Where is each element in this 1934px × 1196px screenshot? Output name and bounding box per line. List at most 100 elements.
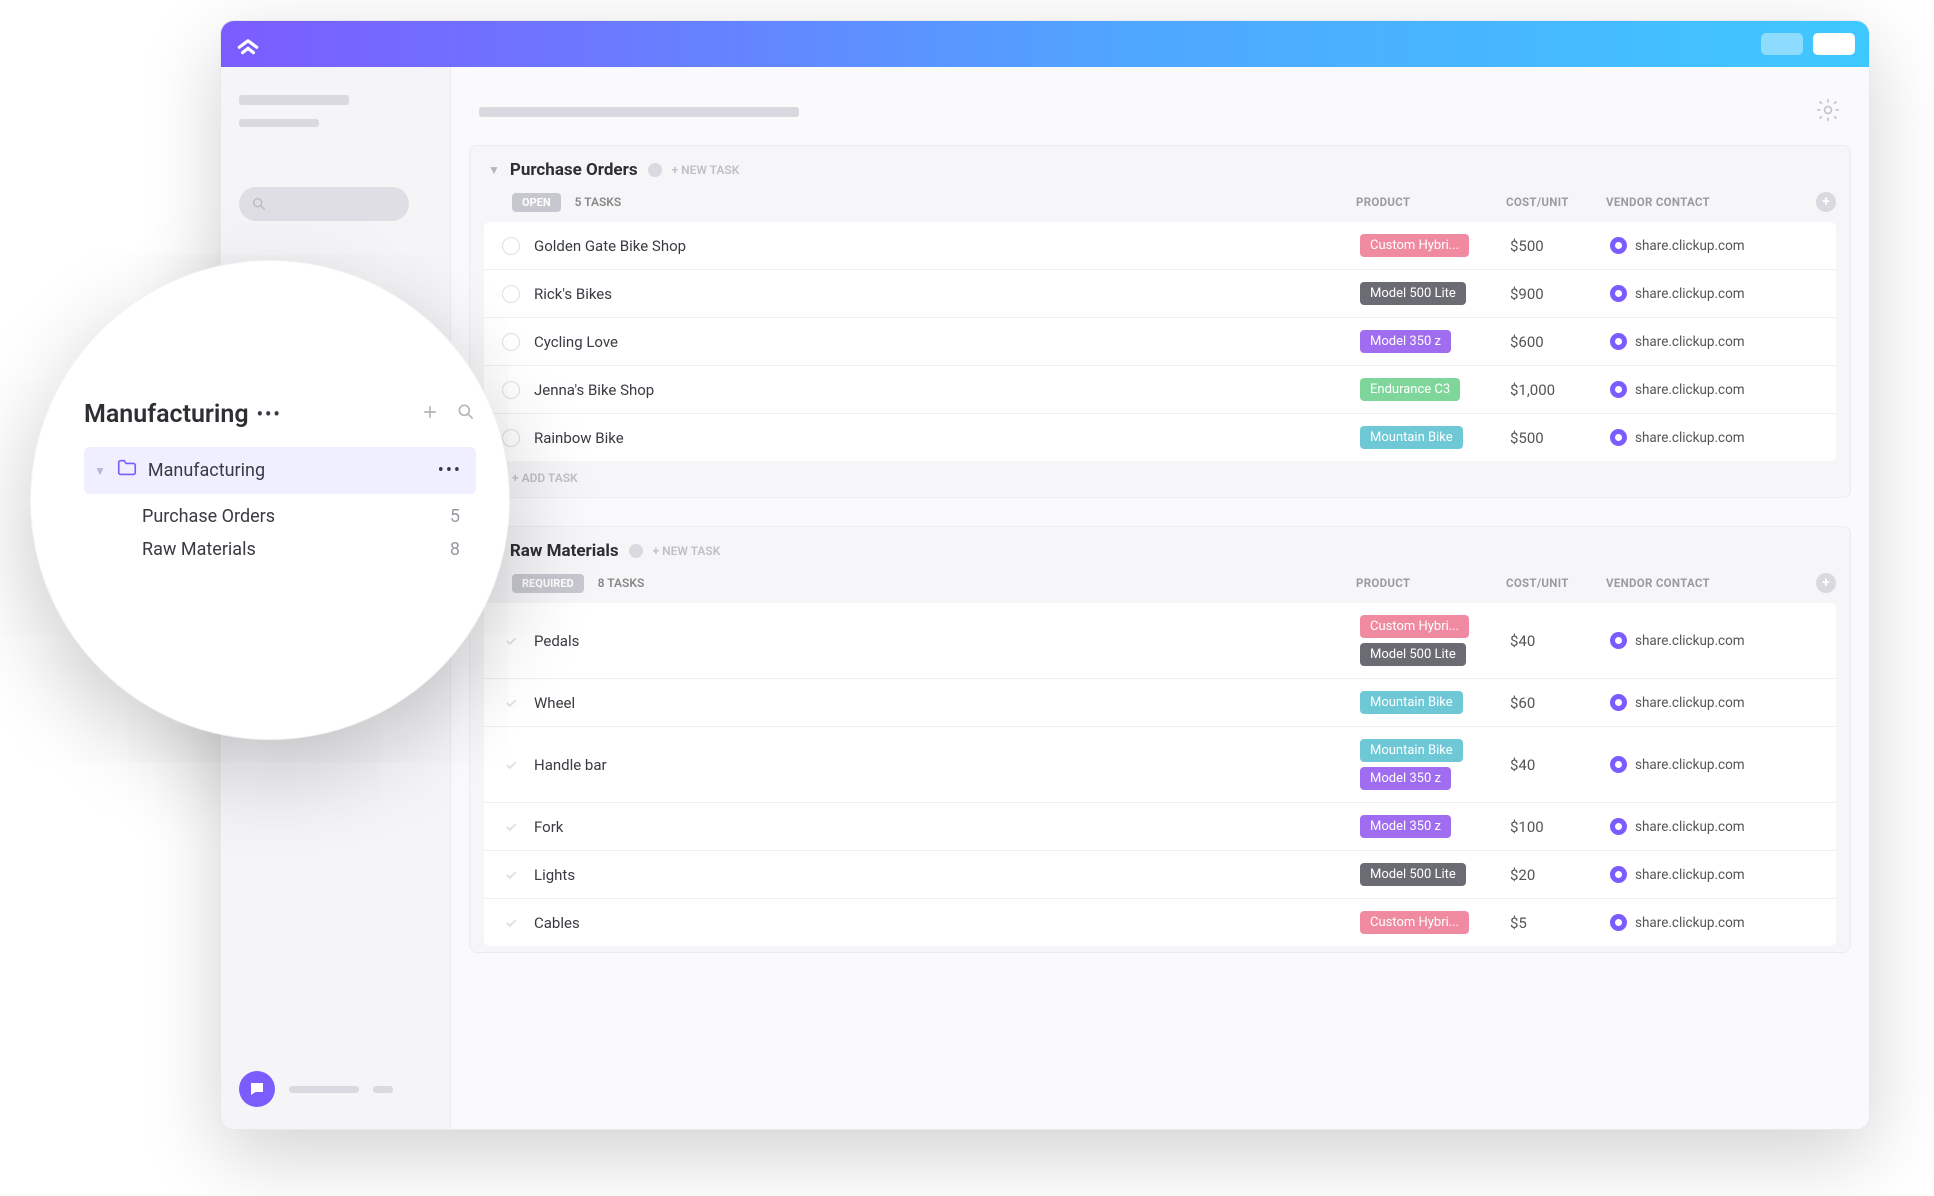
info-icon[interactable] [629,544,643,558]
product-tag[interactable]: Custom Hybri... [1360,615,1469,638]
vendor-link: share.clickup.com [1635,334,1745,350]
product-tag[interactable]: Model 350 z [1360,815,1451,838]
task-row[interactable]: Cycling Love Model 350 z $600 share.clic… [484,318,1836,366]
task-vendor[interactable]: share.clickup.com [1610,694,1800,711]
col-header-product[interactable]: PRODUCT [1356,576,1506,590]
task-vendor[interactable]: share.clickup.com [1610,914,1800,931]
topbar-button-a[interactable] [1761,33,1803,55]
add-icon[interactable] [420,400,440,429]
folder-icon [116,457,138,484]
link-icon [1610,756,1627,773]
sidebar-search[interactable] [239,187,409,221]
col-header-cost[interactable]: COST/UNIT [1506,195,1606,209]
task-status-circle[interactable] [502,914,520,932]
topbar-actions [1761,33,1855,55]
product-tag[interactable]: Mountain Bike [1360,426,1463,449]
col-header-vendor[interactable]: VENDOR CONTACT [1606,576,1796,590]
link-icon [1610,429,1627,446]
task-row[interactable]: Pedals Custom Hybri...Model 500 Lite $40… [484,603,1836,679]
task-cost: $500 [1510,429,1610,447]
task-vendor[interactable]: share.clickup.com [1610,429,1800,446]
task-row[interactable]: Fork Model 350 z $100 share.clickup.com [484,803,1836,851]
product-tag[interactable]: Model 500 Lite [1360,643,1466,666]
caret-down-icon[interactable]: ▼ [488,163,500,177]
product-tag[interactable]: Custom Hybri... [1360,911,1469,934]
search-icon[interactable] [456,400,476,429]
task-row[interactable]: Cables Custom Hybri... $5 share.clickup.… [484,899,1836,946]
task-status-circle[interactable] [502,756,520,774]
task-row[interactable]: Rainbow Bike Mountain Bike $500 share.cl… [484,414,1836,461]
settings-gear-icon[interactable] [1815,97,1841,127]
task-vendor[interactable]: share.clickup.com [1610,381,1800,398]
folder-row-active[interactable]: ▼ Manufacturing ••• [84,447,476,494]
footer-skeleton [373,1086,393,1093]
task-group: ▼ Purchase Orders + NEW TASK OPEN 5 TASK… [469,145,1851,498]
add-column-icon[interactable]: + [1816,573,1836,593]
group-title: Purchase Orders [510,160,638,180]
task-row[interactable]: Rick's Bikes Model 500 Lite $900 share.c… [484,270,1836,318]
task-name: Jenna's Bike Shop [534,381,1360,399]
tasks-count: 5 TASKS [575,195,622,209]
info-icon[interactable] [648,163,662,177]
task-vendor[interactable]: share.clickup.com [1610,866,1800,883]
task-row[interactable]: Golden Gate Bike Shop Custom Hybri... $5… [484,222,1836,270]
task-status-circle[interactable] [502,866,520,884]
task-vendor[interactable]: share.clickup.com [1610,632,1800,649]
task-status-circle[interactable] [502,429,520,447]
new-task-link[interactable]: + NEW TASK [672,163,740,177]
task-cost: $40 [1510,632,1610,650]
sidebar-skeleton [239,95,349,105]
breadcrumb-skeleton [479,107,799,117]
product-tag[interactable]: Custom Hybri... [1360,234,1469,257]
task-row[interactable]: Jenna's Bike Shop Endurance C3 $1,000 sh… [484,366,1836,414]
sidebar-list-item[interactable]: Raw Materials 8 [84,527,476,560]
product-tag[interactable]: Endurance C3 [1360,378,1460,401]
task-status-circle[interactable] [502,381,520,399]
product-tag[interactable]: Model 350 z [1360,330,1451,353]
task-status-circle[interactable] [502,632,520,650]
add-column-icon[interactable]: + [1816,192,1836,212]
col-header-product[interactable]: PRODUCT [1356,195,1506,209]
task-vendor[interactable]: share.clickup.com [1610,818,1800,835]
space-more-icon[interactable]: ••• [257,404,282,425]
task-vendor[interactable]: share.clickup.com [1610,333,1800,350]
link-icon [1610,237,1627,254]
task-name: Fork [534,818,1360,836]
task-cost: $900 [1510,285,1610,303]
folder-name: Manufacturing [148,460,265,481]
task-vendor[interactable]: share.clickup.com [1610,237,1800,254]
product-tag[interactable]: Model 500 Lite [1360,863,1466,886]
sidebar-list-item[interactable]: Purchase Orders 5 [84,494,476,527]
new-task-link[interactable]: + NEW TASK [653,544,721,558]
product-tag[interactable]: Mountain Bike [1360,739,1463,762]
product-tag[interactable]: Model 350 z [1360,767,1451,790]
task-status-circle[interactable] [502,237,520,255]
task-status-circle[interactable] [502,818,520,836]
product-tag[interactable]: Model 500 Lite [1360,282,1466,305]
add-task-link[interactable]: + ADD TASK [484,461,1836,491]
task-row[interactable]: Lights Model 500 Lite $20 share.clickup.… [484,851,1836,899]
col-header-cost[interactable]: COST/UNIT [1506,576,1606,590]
link-icon [1610,914,1627,931]
task-tags: Model 350 z [1360,815,1510,838]
task-row[interactable]: Handle bar Mountain BikeModel 350 z $40 … [484,727,1836,803]
app-logo-icon[interactable] [235,31,261,57]
task-row[interactable]: Wheel Mountain Bike $60 share.clickup.co… [484,679,1836,727]
topbar-button-b[interactable] [1813,33,1855,55]
task-status-circle[interactable] [502,285,520,303]
task-status-circle[interactable] [502,333,520,351]
task-vendor[interactable]: share.clickup.com [1610,285,1800,302]
product-tag[interactable]: Mountain Bike [1360,691,1463,714]
status-badge[interactable]: OPEN [512,193,561,212]
chat-icon[interactable] [239,1071,275,1107]
task-cost: $600 [1510,333,1610,351]
task-vendor[interactable]: share.clickup.com [1610,756,1800,773]
task-table: Golden Gate Bike Shop Custom Hybri... $5… [484,222,1836,461]
status-badge[interactable]: REQUIRED [512,574,584,593]
task-tags: Model 500 Lite [1360,863,1510,886]
task-cost: $1,000 [1510,381,1610,399]
col-header-vendor[interactable]: VENDOR CONTACT [1606,195,1796,209]
task-status-circle[interactable] [502,694,520,712]
folder-more-icon[interactable]: ••• [438,460,462,481]
main-content: ▼ Purchase Orders + NEW TASK OPEN 5 TASK… [451,67,1869,1129]
